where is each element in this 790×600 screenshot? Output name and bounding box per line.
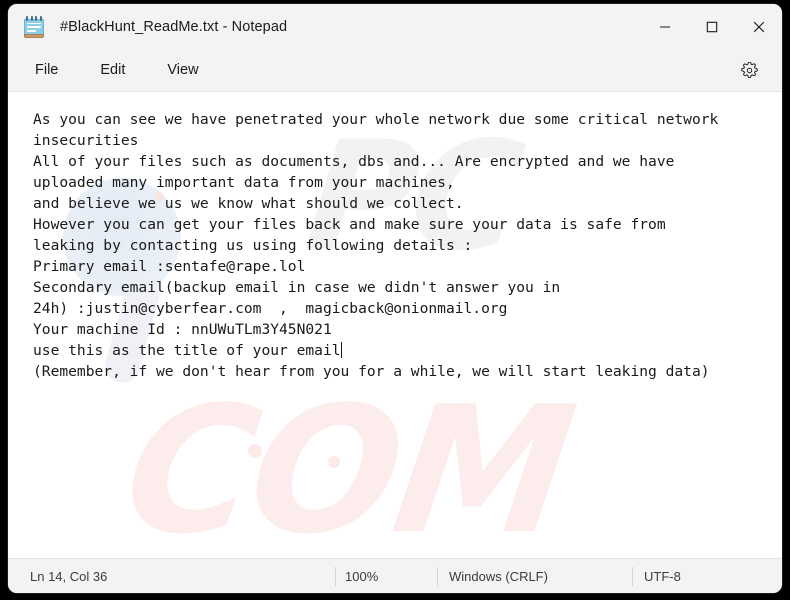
note-line: However you can get your files back and … (33, 216, 666, 233)
note-line: Primary email :sentafe@rape.lol (33, 258, 306, 275)
note-line: insecurities (33, 132, 139, 149)
status-divider (632, 567, 633, 586)
text-editor[interactable]: PC COM As you can see we have penetrated… (8, 92, 782, 558)
menu-item-view[interactable]: View (156, 57, 209, 83)
menu-bar: File Edit View (8, 49, 782, 92)
text-caret (340, 342, 342, 358)
window-title: #BlackHunt_ReadMe.txt - Notepad (60, 18, 288, 35)
status-divider (437, 567, 438, 586)
menu-item-file[interactable]: File (24, 57, 69, 83)
note-line: uploaded many important data from your m… (33, 174, 455, 191)
status-cursor-position[interactable]: Ln 14, Col 36 (30, 559, 107, 593)
note-line: Your machine Id : nnUWuTLm3Y45N021 (33, 321, 332, 338)
notepad-window: #BlackHunt_ReadMe.txt - Notepad File Edi… (8, 4, 782, 593)
minimize-button[interactable] (641, 4, 688, 49)
note-line: and believe we us we know what should we… (33, 195, 464, 212)
close-icon (753, 21, 764, 32)
menu-item-edit[interactable]: Edit (89, 57, 136, 83)
settings-button[interactable] (734, 55, 764, 85)
note-line: use this as the title of your email (33, 342, 342, 359)
notepad-icon (24, 15, 44, 38)
status-zoom-level[interactable]: 100% (345, 559, 378, 593)
status-encoding[interactable]: UTF-8 (644, 559, 681, 593)
note-line: 24h) :justin@cyberfear.com , magicback@o… (33, 300, 508, 317)
note-line: (Remember, if we don't hear from you for… (33, 363, 710, 380)
maximize-button[interactable] (688, 4, 735, 49)
note-line: As you can see we have penetrated your w… (33, 111, 719, 128)
close-button[interactable] (735, 4, 782, 49)
title-bar[interactable]: #BlackHunt_ReadMe.txt - Notepad (8, 4, 782, 49)
note-line: All of your files such as documents, dbs… (33, 153, 675, 170)
status-bar: Ln 14, Col 36 100% Windows (CRLF) UTF-8 (8, 558, 782, 593)
maximize-icon (706, 21, 717, 32)
ransom-note-text[interactable]: As you can see we have penetrated your w… (8, 92, 782, 558)
note-line: Secondary email(backup email in case we … (33, 279, 561, 296)
status-divider (335, 567, 336, 586)
window-controls (641, 4, 782, 49)
status-line-endings[interactable]: Windows (CRLF) (449, 559, 548, 593)
minimize-icon (659, 25, 670, 28)
note-line: leaking by contacting us using following… (33, 237, 473, 254)
gear-icon (740, 61, 758, 78)
